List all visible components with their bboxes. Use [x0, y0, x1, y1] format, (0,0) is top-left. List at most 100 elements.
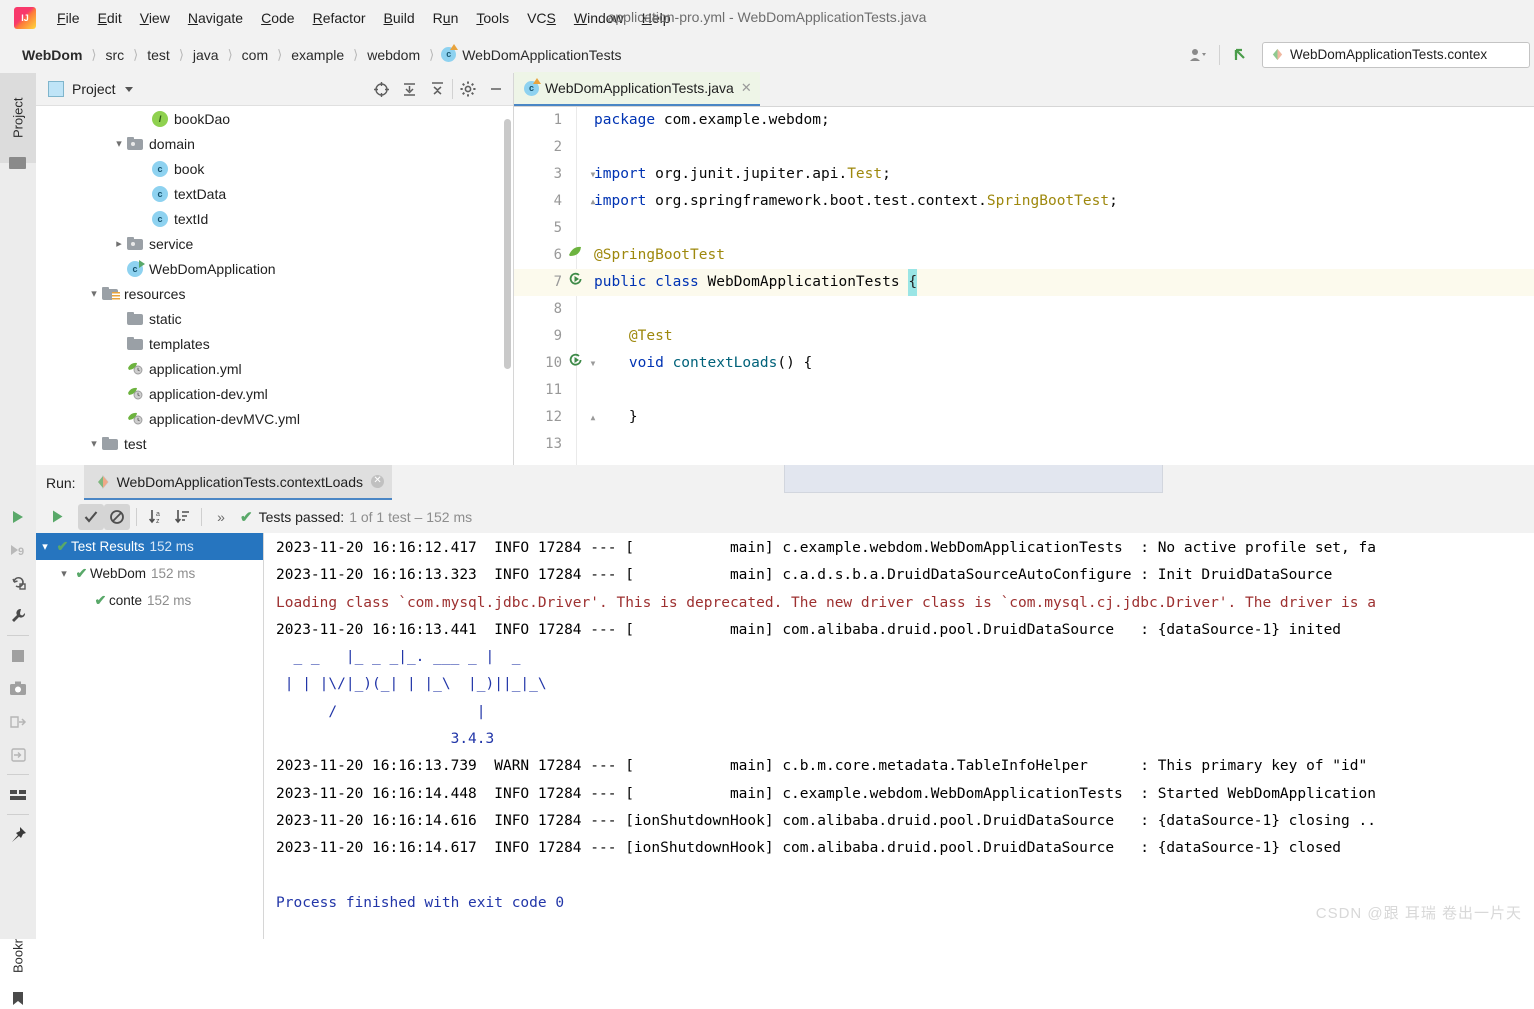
menu-item-file[interactable]: File	[48, 7, 89, 29]
show-ignored-tests-icon[interactable]	[104, 503, 130, 530]
console-output[interactable]: 2023-11-20 16:16:12.417 INFO 17284 --- […	[264, 533, 1534, 939]
chevron-down-icon[interactable]	[124, 86, 133, 92]
test-tree-item[interactable]: ✔ conte 152 ms	[36, 587, 263, 614]
expand-all-icon[interactable]	[396, 76, 422, 102]
menu-bar: FileEditViewNavigateCodeRefactorBuildRun…	[0, 0, 1534, 37]
project-tree-item[interactable]: c book	[36, 156, 513, 181]
run-test-gutter-icon	[569, 353, 582, 366]
code-editor[interactable]: 1 package com.example.webdom; 2 3 ▾ import or…	[514, 107, 1534, 466]
rerun-icon[interactable]	[44, 504, 70, 530]
code-line[interactable]: 12 ▴ }	[514, 404, 1534, 431]
restart-icon[interactable]	[0, 566, 36, 599]
code-line[interactable]: 10 ▾ void contextLoads() {	[514, 350, 1534, 377]
chevron-right-icon[interactable]: ▸	[111, 236, 127, 252]
run-configuration-selector[interactable]: WebDomApplicationTests.contex	[1262, 41, 1530, 68]
test-results-tree[interactable]: ▾ ✔ Test Results 152 ms ▾ ✔ WebDom 152 ms ✔ conte…	[36, 533, 264, 939]
expand-toolbar-icon[interactable]: »	[208, 504, 234, 530]
project-tree-item[interactable]: ▸ service	[36, 231, 513, 256]
rerun-failed-icon[interactable]: 9	[0, 533, 36, 566]
tool-window-tab-project[interactable]: Project	[0, 73, 36, 163]
menu-item-help[interactable]: Help	[633, 7, 680, 29]
show-passed-tests-icon[interactable]	[78, 503, 104, 530]
breadcrumb-webdom[interactable]: webdom	[365, 46, 422, 64]
project-file-tree[interactable]: IbookDao ▾ domain c book c textData c textId ▸ ser…	[36, 106, 513, 465]
stop-icon[interactable]	[0, 639, 36, 672]
code-line[interactable]: 9 @Test	[514, 323, 1534, 350]
project-tree-item[interactable]: IbookDao	[36, 106, 513, 131]
breadcrumb-class[interactable]: WebDomApplicationTests	[460, 46, 623, 64]
layout-settings-icon[interactable]	[0, 778, 36, 811]
breadcrumb-src[interactable]: src	[104, 46, 127, 64]
gutter-icon[interactable]	[566, 242, 584, 269]
chevron-down-icon[interactable]: ▾	[86, 286, 102, 302]
menu-item-window[interactable]: Window	[565, 7, 633, 29]
project-tree-item[interactable]: application.yml	[36, 356, 513, 381]
chevron-down-icon[interactable]: ▾	[86, 436, 102, 452]
menu-item-edit[interactable]: Edit	[89, 7, 131, 29]
settings-wrench-icon[interactable]	[0, 599, 36, 632]
code-line[interactable]: 4 ▴ import org.springframework.boot.test.c…	[514, 188, 1534, 215]
code-line[interactable]: 7 public class WebDomApplicationTests {	[514, 269, 1534, 296]
code-line[interactable]: 11	[514, 377, 1534, 404]
sort-by-duration-icon[interactable]	[169, 504, 195, 530]
chevron-down-icon[interactable]: ▾	[111, 136, 127, 152]
menu-item-navigate[interactable]: Navigate	[179, 7, 252, 29]
project-tree-scrollbar[interactable]	[504, 119, 511, 369]
test-tree-item[interactable]: ▾ ✔ WebDom 152 ms	[36, 560, 263, 587]
chevron-down-icon[interactable]: ▾	[55, 567, 73, 580]
code-line[interactable]: 6 @SpringBootTest	[514, 242, 1534, 269]
code-line[interactable]: 3 ▾ import org.junit.jupiter.api.Test;	[514, 161, 1534, 188]
breadcrumb-com[interactable]: com	[240, 46, 270, 64]
update-project-icon[interactable]	[1228, 43, 1254, 67]
code-line[interactable]: 8	[514, 296, 1534, 323]
breadcrumb-example[interactable]: example	[289, 46, 346, 64]
editor-tab-webdomapplicationtests[interactable]: c WebDomApplicationTests.java ✕	[514, 72, 760, 106]
code-text: void contextLoads() {	[628, 355, 813, 371]
menu-item-view[interactable]: View	[131, 7, 179, 29]
chevron-down-icon[interactable]: ▾	[36, 540, 54, 553]
test-tree-item[interactable]: ▾ ✔ Test Results 152 ms	[36, 533, 263, 560]
rerun-tests-icon[interactable]	[0, 500, 36, 533]
menu-item-run[interactable]: Run	[424, 7, 468, 29]
select-opened-file-icon[interactable]	[368, 76, 394, 102]
menu-item-tools[interactable]: Tools	[467, 7, 518, 29]
import-test-results-icon[interactable]	[0, 738, 36, 771]
project-tree-item-label: test	[124, 435, 147, 452]
code-line[interactable]: 13	[514, 431, 1534, 458]
navbar-right-actions: WebDomApplicationTests.contex	[1185, 36, 1534, 73]
gutter-icon[interactable]	[566, 350, 584, 377]
console-splitter-handle[interactable]	[784, 465, 1163, 493]
run-tab-contextloads[interactable]: WebDomApplicationTests.contextLoads ✕	[83, 465, 393, 500]
breadcrumb-java[interactable]: java	[191, 46, 221, 64]
pin-icon[interactable]	[0, 818, 36, 851]
export-test-results-icon[interactable]	[0, 705, 36, 738]
hide-panel-icon[interactable]	[483, 76, 509, 102]
project-tree-item[interactable]: application-dev.yml	[36, 381, 513, 406]
close-icon[interactable]: ✕	[371, 475, 385, 488]
project-tree-item[interactable]: c textData	[36, 181, 513, 206]
gear-icon[interactable]	[455, 76, 481, 102]
gutter-icon[interactable]	[566, 269, 584, 296]
breadcrumb-project[interactable]: WebDom	[20, 46, 84, 64]
project-tree-item[interactable]: static	[36, 306, 513, 331]
project-tree-item[interactable]: ▾ test	[36, 431, 513, 456]
screenshot-camera-icon[interactable]	[0, 672, 36, 705]
project-tree-item[interactable]: c textId	[36, 206, 513, 231]
breadcrumb-test[interactable]: test	[145, 46, 172, 64]
user-account-icon[interactable]	[1185, 43, 1211, 67]
menu-item-vcs[interactable]: VCS	[518, 7, 565, 29]
menu-item-code[interactable]: Code	[252, 7, 303, 29]
sort-alphabetically-icon[interactable]: a z	[143, 504, 169, 530]
menu-item-refactor[interactable]: Refactor	[304, 7, 375, 29]
project-tree-item[interactable]: c WebDomApplication	[36, 256, 513, 281]
project-tree-item[interactable]: ▾ resources	[36, 281, 513, 306]
menu-item-build[interactable]: Build	[375, 7, 424, 29]
code-line[interactable]: 1 package com.example.webdom;	[514, 107, 1534, 134]
code-line[interactable]: 5	[514, 215, 1534, 242]
project-tree-item[interactable]: templates	[36, 331, 513, 356]
collapse-all-icon[interactable]	[424, 76, 450, 102]
code-line[interactable]: 2	[514, 134, 1534, 161]
close-icon[interactable]: ✕	[741, 80, 752, 96]
project-tree-item[interactable]: application-devMVC.yml	[36, 406, 513, 431]
project-tree-item[interactable]: ▾ domain	[36, 131, 513, 156]
